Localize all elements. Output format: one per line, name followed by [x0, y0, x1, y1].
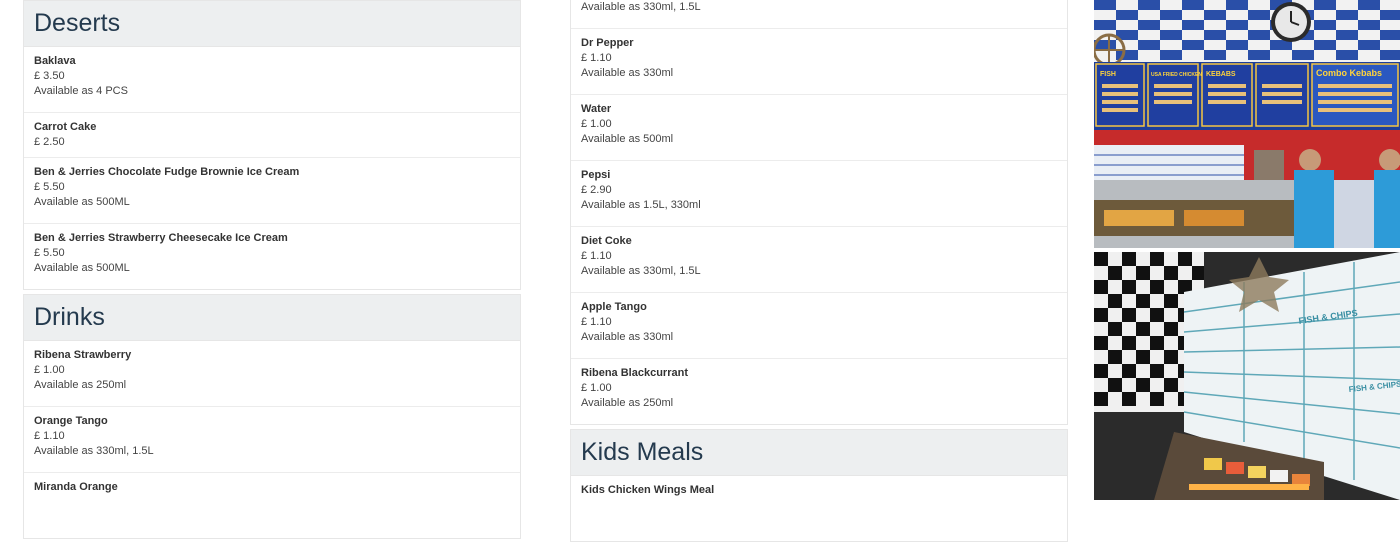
board-header-kebabs: KEBABS: [1206, 71, 1236, 78]
item-price: £ 1.00: [34, 364, 65, 376]
item-price: £ 2.90: [581, 184, 612, 196]
menu-item[interactable]: Orange Tango £ 1.10 Available as 330ml, …: [24, 407, 520, 473]
menu-board: FISH USA FRIED CHICKEN KEBABS Combo Keba…: [1094, 62, 1400, 130]
menu-item[interactable]: Water £ 1.00 Available as 500ml: [571, 95, 1067, 161]
item-name: Ribena Strawberry: [34, 349, 132, 361]
item-availability: Available as 330ml, 1.5L: [581, 1, 701, 13]
item-name: Ben & Jerries Strawberry Cheesecake Ice …: [34, 232, 288, 244]
drinks-panel-continued: Available as 330ml, 1.5L Dr Pepper £ 1.1…: [570, 0, 1068, 425]
item-name: Ben & Jerries Chocolate Fudge Brownie Ic…: [34, 166, 300, 178]
menu-item[interactable]: Ben & Jerries Chocolate Fudge Brownie Ic…: [24, 158, 520, 224]
board-header-combo: Combo Kebabs: [1316, 68, 1382, 78]
item-price: £ 1.00: [581, 382, 612, 394]
item-name: Baklava: [34, 55, 76, 67]
board-header-chicken: USA FRIED CHICKEN: [1151, 72, 1202, 78]
clock-icon: [1271, 2, 1311, 42]
drinks-panel: Drinks Ribena Strawberry £ 1.00 Availabl…: [23, 294, 521, 539]
item-price: £ 3.50: [34, 70, 65, 82]
menu-item[interactable]: Carrot Cake £ 2.50: [24, 113, 520, 158]
deserts-panel: Deserts Baklava £ 3.50 Available as 4 PC…: [23, 0, 521, 290]
menu-item[interactable]: Kids Chicken Wings Meal: [571, 476, 1067, 541]
menu-item-partial[interactable]: Available as 330ml, 1.5L: [571, 0, 1067, 29]
item-availability: Available as 1.5L, 330ml: [581, 199, 701, 211]
menu-item[interactable]: Ben & Jerries Strawberry Cheesecake Ice …: [24, 224, 520, 289]
menu-item[interactable]: Miranda Orange: [24, 473, 520, 538]
food-display-counter: [1094, 180, 1294, 248]
item-price: £ 1.00: [581, 118, 612, 130]
menu-item[interactable]: Baklava £ 3.50 Available as 4 PCS: [24, 47, 520, 113]
item-price: £ 1.10: [581, 316, 612, 328]
menu-item[interactable]: Dr Pepper £ 1.10 Available as 330ml: [571, 29, 1067, 95]
item-name: Carrot Cake: [34, 121, 97, 133]
item-name: Miranda Orange: [34, 481, 118, 493]
left-menu-column: Deserts Baklava £ 3.50 Available as 4 PC…: [23, 0, 521, 543]
boxes-image: FISH & CHIPS FISH & CHIPS: [1094, 252, 1400, 500]
item-name: Orange Tango: [34, 415, 108, 427]
kids-meals-heading: Kids Meals: [571, 430, 1067, 476]
item-price: £ 2.50: [34, 136, 65, 148]
shop-counter-photo: FISH USA FRIED CHICKEN KEBABS Combo Keba…: [1094, 0, 1400, 248]
item-availability: Available as 330ml, 1.5L: [34, 445, 154, 457]
menu-item[interactable]: Pepsi £ 2.90 Available as 1.5L, 330ml: [571, 161, 1067, 227]
fish-chips-boxes-photo: FISH & CHIPS FISH & CHIPS: [1094, 252, 1400, 500]
item-price: £ 5.50: [34, 247, 65, 259]
middle-menu-column: Available as 330ml, 1.5L Dr Pepper £ 1.1…: [570, 0, 1068, 546]
ships-wheel-icon: [1094, 33, 1126, 67]
item-availability: Available as 330ml: [581, 331, 674, 343]
item-price: £ 1.10: [581, 52, 612, 64]
item-name: Ribena Blackcurrant: [581, 367, 688, 379]
item-price: £ 5.50: [34, 181, 65, 193]
item-availability: Available as 250ml: [34, 379, 127, 391]
tile-wall: [1094, 0, 1400, 62]
deserts-heading: Deserts: [24, 1, 520, 47]
drinks-heading: Drinks: [24, 295, 520, 341]
kids-meals-panel: Kids Meals Kids Chicken Wings Meal: [570, 429, 1068, 542]
shop-counter-image: FISH USA FRIED CHICKEN KEBABS Combo Keba…: [1094, 0, 1400, 248]
board-header-fish: FISH: [1100, 71, 1116, 78]
item-name: Apple Tango: [581, 301, 647, 313]
item-availability: Available as 500ML: [34, 196, 130, 208]
item-availability: Available as 250ml: [581, 397, 674, 409]
item-name: Kids Chicken Wings Meal: [581, 484, 715, 496]
item-price: £ 1.10: [581, 250, 612, 262]
menu-item[interactable]: Ribena Blackcurrant £ 1.00 Available as …: [571, 359, 1067, 424]
item-availability: Available as 500ML: [34, 262, 130, 274]
item-availability: Available as 330ml: [581, 67, 674, 79]
item-availability: Available as 500ml: [581, 133, 674, 145]
item-name: Diet Coke: [581, 235, 632, 247]
item-availability: Available as 4 PCS: [34, 85, 128, 97]
item-name: Pepsi: [581, 169, 611, 181]
menu-item[interactable]: Apple Tango £ 1.10 Available as 330ml: [571, 293, 1067, 359]
item-name: Dr Pepper: [581, 37, 634, 49]
item-availability: Available as 330ml, 1.5L: [581, 265, 701, 277]
item-price: £ 1.10: [34, 430, 65, 442]
menu-item[interactable]: Ribena Strawberry £ 1.00 Available as 25…: [24, 341, 520, 407]
box-stack: [1094, 145, 1244, 185]
item-name: Water: [581, 103, 612, 115]
menu-item[interactable]: Diet Coke £ 1.10 Available as 330ml, 1.5…: [571, 227, 1067, 293]
